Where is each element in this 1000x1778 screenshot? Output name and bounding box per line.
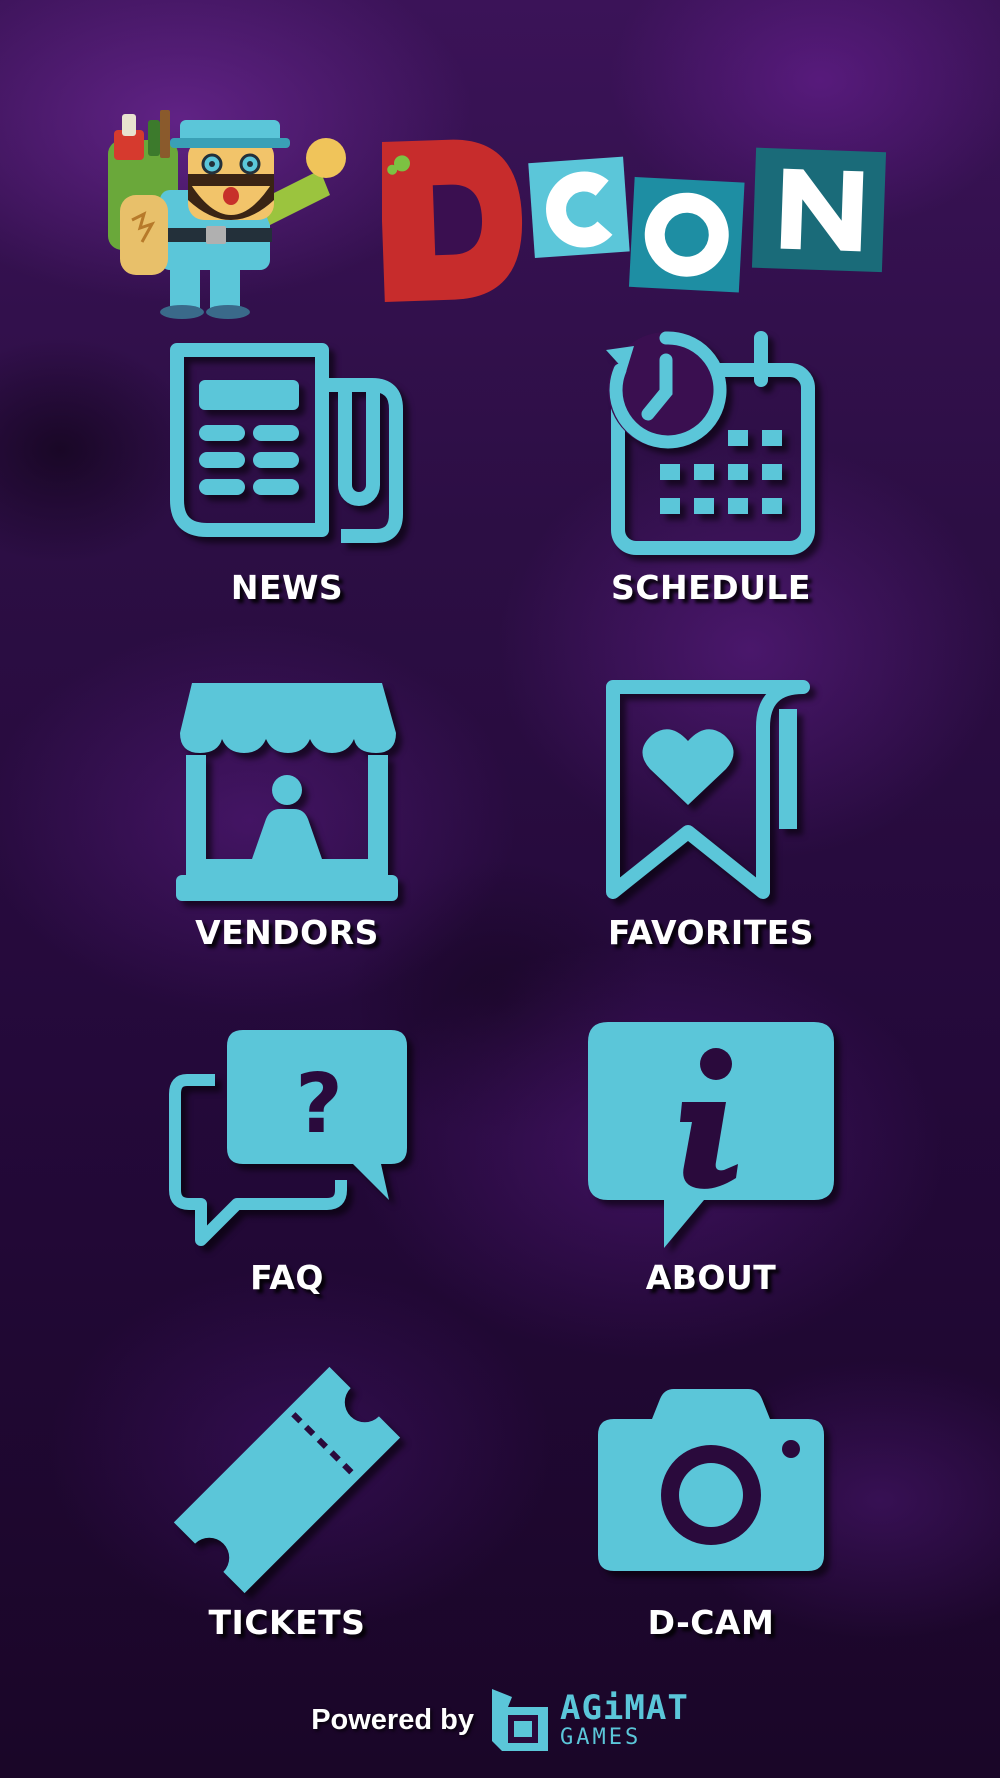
powered-by-text: Powered by [311,1703,474,1736]
menu-item-label: SCHEDULE [611,568,811,607]
info-chat-icon [588,1022,834,1248]
menu-item-label: FAQ [250,1258,324,1297]
menu-item-label: D-CAM [647,1603,775,1642]
menu-item-dcam[interactable]: D-CAM [531,1365,891,1665]
menu-item-vendors[interactable]: VENDORS [107,675,467,975]
menu-item-label: FAVORITES [607,913,815,952]
svg-text:?: ? [295,1057,343,1152]
vendor-booth-icon [176,683,398,901]
ticket-icon [173,1366,401,1594]
question-chat-icon: ? [169,1030,407,1246]
heart-bookmark-icon [606,680,810,899]
brand-line-2: GAMES [559,1725,642,1750]
calendar-clock-icon [606,331,815,555]
mascot-illustration [108,110,346,319]
menu-item-label: TICKETS [208,1603,366,1642]
camera-icon [598,1389,824,1571]
app-logo [100,100,900,320]
menu-item-label: VENDORS [195,913,379,952]
menu-item-label: NEWS [230,568,344,607]
menu-item-favorites[interactable]: FAVORITES [531,675,891,975]
brand-line-1: AGiMAT [559,1688,689,1728]
newspaper-icon [170,343,403,543]
agimat-logo-icon [491,1689,548,1751]
footer: Powered by AGiMAT GAMES [0,1680,1000,1760]
menu-item-tickets[interactable]: TICKETS [107,1365,467,1665]
menu-item-about[interactable]: ABOUT [531,1020,891,1320]
menu-item-label: ABOUT [645,1258,777,1297]
dcon-logo-text [382,139,887,303]
agimat-games-logo[interactable]: AGiMAT GAMES [488,1685,689,1755]
menu-item-schedule[interactable]: SCHEDULE [531,330,891,630]
menu-item-faq[interactable]: ? FAQ [107,1020,467,1320]
menu-item-news[interactable]: NEWS [107,330,467,630]
